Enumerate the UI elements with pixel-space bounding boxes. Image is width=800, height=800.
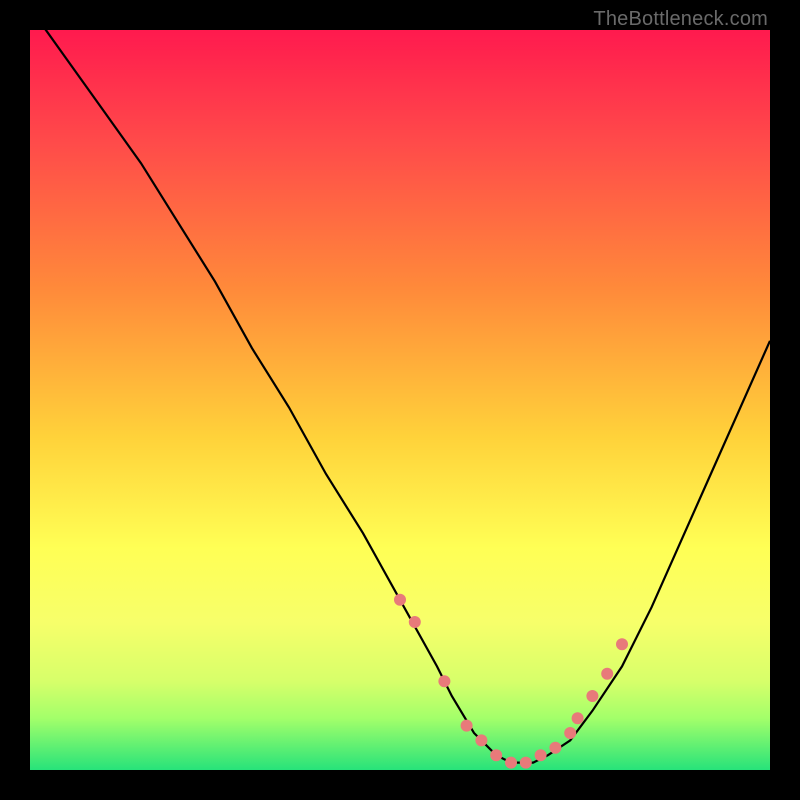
marker-point bbox=[586, 690, 598, 702]
marker-point bbox=[505, 757, 517, 769]
chart-overlay bbox=[0, 0, 800, 800]
marker-point bbox=[475, 734, 487, 746]
marker-point bbox=[394, 594, 406, 606]
marker-point bbox=[461, 720, 473, 732]
marker-point bbox=[490, 749, 502, 761]
marker-group bbox=[394, 594, 628, 769]
marker-point bbox=[549, 742, 561, 754]
marker-point bbox=[564, 727, 576, 739]
marker-point bbox=[409, 616, 421, 628]
bottleneck-curve bbox=[30, 8, 770, 763]
marker-point bbox=[535, 749, 547, 761]
marker-point bbox=[438, 675, 450, 687]
marker-point bbox=[601, 668, 613, 680]
marker-point bbox=[616, 638, 628, 650]
marker-point bbox=[572, 712, 584, 724]
marker-point bbox=[520, 757, 532, 769]
